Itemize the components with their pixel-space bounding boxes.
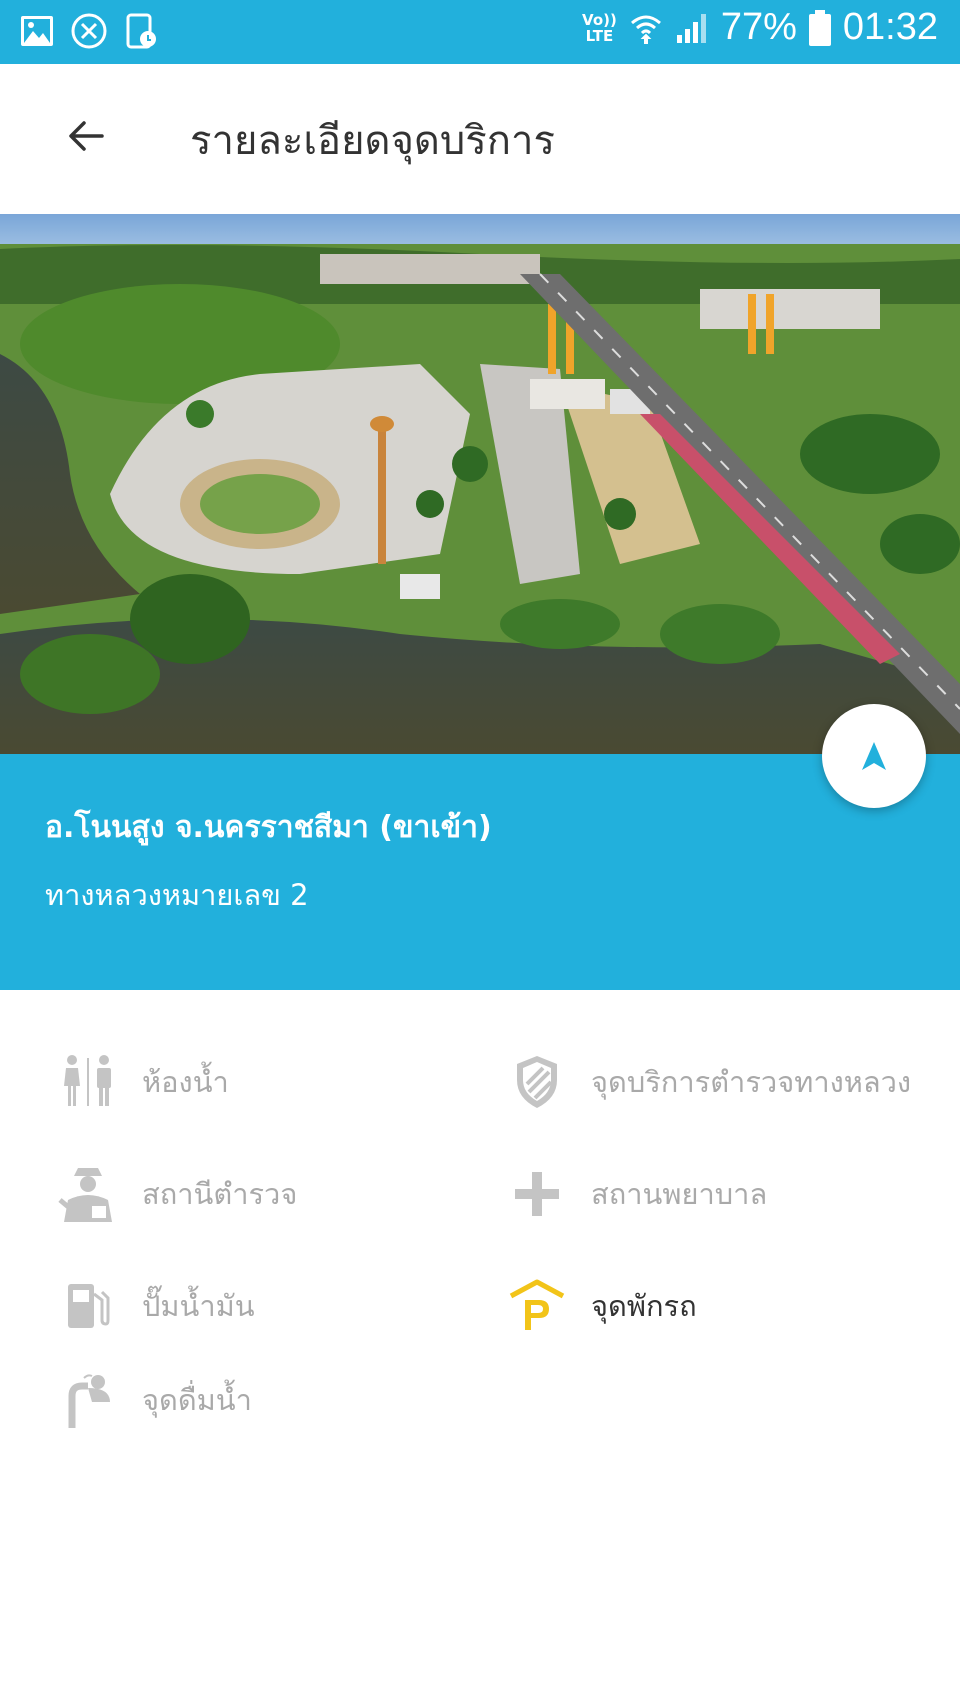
clock: 01:32 (842, 6, 938, 48)
amenity-label: ปั๊มน้ำมัน (142, 1289, 255, 1323)
amenity-restroom: ห้องน้ำ (56, 1050, 229, 1114)
amenity-label: สถานพยาบาล (591, 1177, 768, 1211)
drinking-fountain-icon (68, 1374, 110, 1428)
restroom-icon (64, 1055, 111, 1106)
back-button[interactable] (56, 106, 116, 166)
amenity-highway-police: จุดบริการตำรวจทางหลวง (505, 1050, 911, 1114)
amenity-label: จุดดื่มน้ำ (142, 1383, 252, 1417)
shield-icon (517, 1056, 557, 1108)
arrow-left-icon (69, 121, 104, 151)
app-bar: รายละเอียดจุดบริการ (0, 64, 960, 214)
parking-icon (509, 1279, 565, 1330)
navigation-arrow-icon (862, 742, 886, 770)
place-name: อ.โนนสูง จ.นครราชสีมา (ขาเข้า) (45, 810, 492, 845)
image-notification-icon (21, 16, 53, 46)
amenity-police-station: สถานีตำรวจ (56, 1162, 297, 1226)
status-bar: Vo)) LTE 77% 01:32 (0, 0, 960, 64)
rest-area-photo (0, 214, 960, 754)
screenshot-notification-icon (126, 13, 156, 49)
navigate-button[interactable] (822, 704, 926, 808)
police-officer-icon (58, 1168, 112, 1222)
signal-icon (676, 13, 706, 43)
amenity-label: ห้องน้ำ (142, 1065, 229, 1099)
amenity-hospital: สถานพยาบาล (505, 1162, 767, 1226)
volte-indicator: Vo)) LTE (582, 10, 617, 45)
place-road: ทางหลวงหมายเลข 2 (45, 878, 309, 912)
fuel-pump-icon (68, 1284, 110, 1328)
amenity-drinking-water: จุดดื่มน้ำ (56, 1368, 252, 1432)
amenity-label: จุดบริการตำรวจทางหลวง (591, 1065, 912, 1099)
battery-icon (808, 9, 831, 46)
blocked-notification-icon (71, 13, 107, 49)
wifi-icon (630, 15, 661, 44)
battery-percent: 77% (720, 6, 797, 48)
amenity-rest-stop: จุดพักรถ (505, 1274, 697, 1338)
amenity-label: สถานีตำรวจ (142, 1177, 298, 1211)
amenity-label: จุดพักรถ (591, 1289, 697, 1323)
medical-cross-icon (515, 1172, 559, 1216)
amenity-gas-station: ปั๊มน้ำมัน (56, 1274, 255, 1338)
page-title: รายละเอียดจุดบริการ (190, 118, 555, 164)
notification-icons (18, 12, 160, 50)
system-status: Vo)) LTE 77% 01:32 (582, 6, 938, 49)
place-info: อ.โนนสูง จ.นครราชสีมา (ขาเข้า) ทางหลวงหม… (0, 754, 960, 990)
